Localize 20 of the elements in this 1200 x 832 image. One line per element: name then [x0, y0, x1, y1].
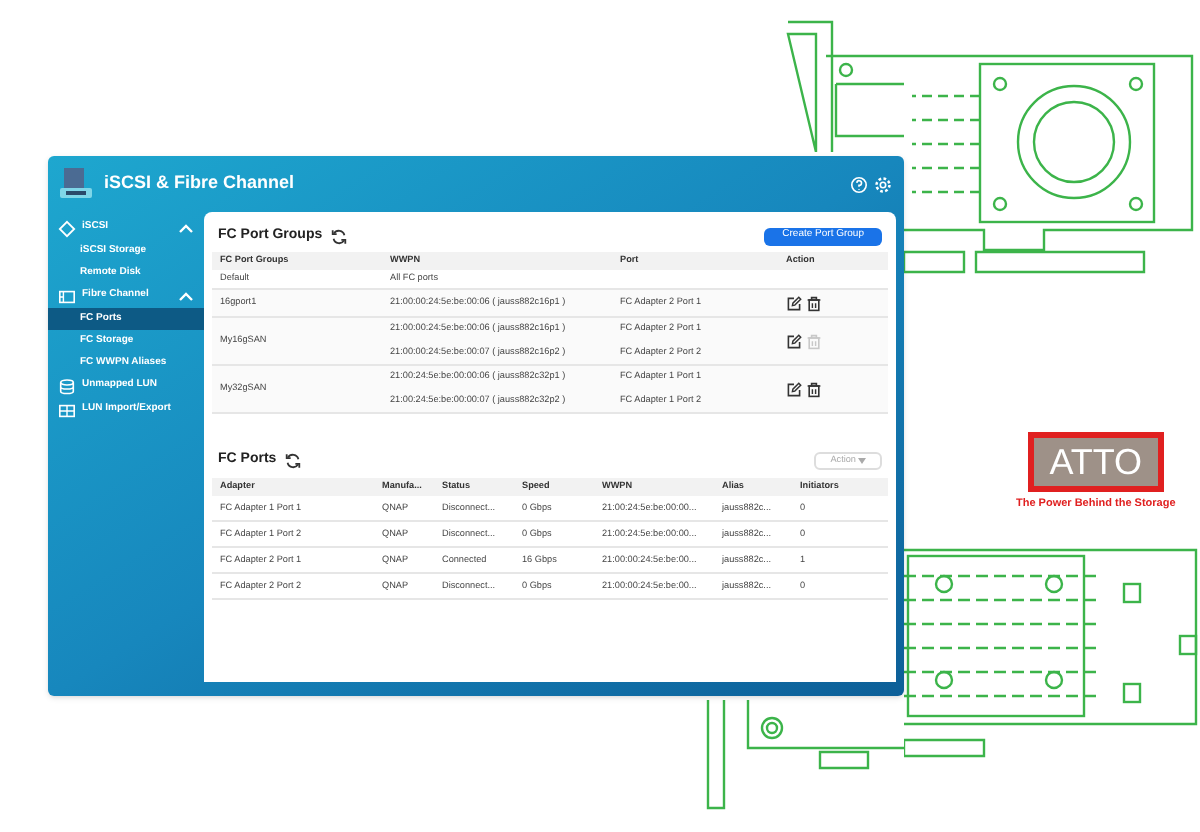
window-title: iSCSI & Fibre Channel [104, 170, 295, 197]
edit-icon[interactable] [786, 381, 802, 397]
trash-icon[interactable] [806, 381, 822, 397]
edit-icon[interactable] [786, 295, 802, 311]
app-logo-icon [60, 166, 92, 202]
bracket-drawing [784, 20, 904, 152]
network-card-icon [58, 287, 76, 305]
diamond-icon [58, 219, 76, 237]
settings-icon[interactable] [874, 175, 892, 193]
help-icon[interactable] [850, 175, 868, 193]
database-icon [58, 377, 76, 395]
edit-icon[interactable] [786, 333, 802, 349]
refresh-icon[interactable] [330, 227, 349, 245]
trash-icon[interactable] [806, 295, 822, 311]
grid-icon [58, 401, 76, 419]
logo-text: ATTO [1049, 444, 1143, 480]
caret-icon[interactable] [178, 223, 194, 233]
caret-icon[interactable] [178, 291, 194, 301]
refresh-icon[interactable] [284, 451, 303, 469]
caret-icon [858, 457, 866, 463]
